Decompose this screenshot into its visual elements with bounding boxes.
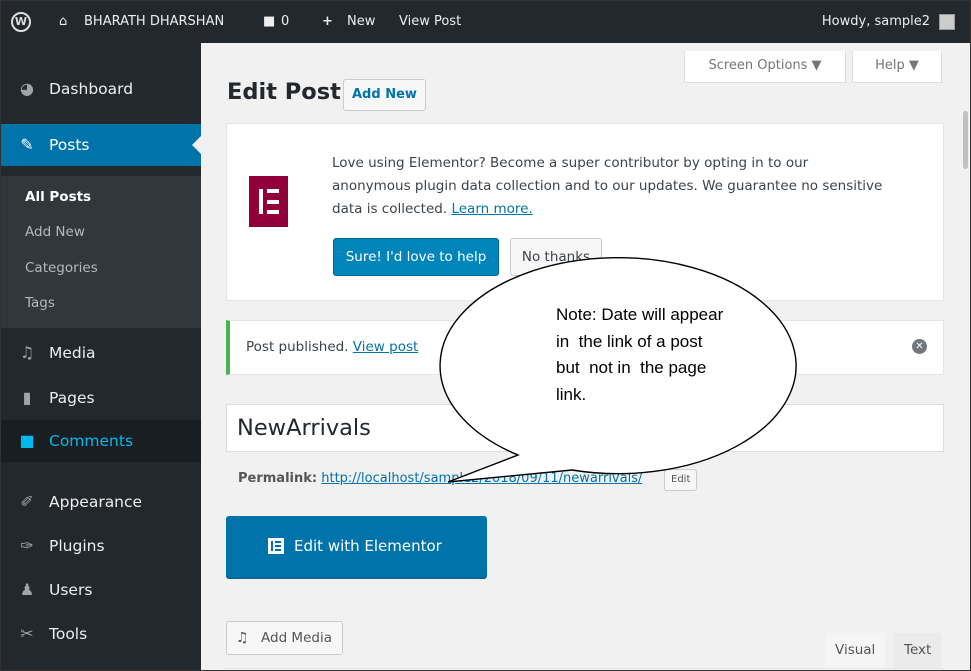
edit-with-elementor-label: Edit with Elementor	[294, 537, 442, 555]
sidebar-item-label: Pages	[49, 389, 95, 407]
sidebar-item-label: Appearance	[49, 493, 143, 511]
submenu-all-posts[interactable]: All Posts	[25, 189, 91, 205]
submenu-add-new[interactable]: Add New	[25, 224, 85, 240]
optin-decline-button[interactable]: No thanks	[510, 238, 602, 276]
pages-icon: ▮	[22, 388, 32, 407]
admin-bar: W ⌂ BHARATH DHARSHAN ■ 0 + New View Post…	[1, 1, 970, 43]
pushpin-icon: ✎	[20, 135, 34, 154]
permalink-label: Permalink:	[238, 471, 318, 486]
page-title: Edit Post	[227, 79, 341, 105]
comment-count[interactable]: 0	[281, 1, 289, 43]
notice-line: anonymous plugin data collection and to …	[332, 178, 883, 194]
help-button[interactable]: Help ▼	[852, 51, 942, 83]
wordpress-logo-button[interactable]: W	[11, 1, 31, 43]
sidebar-item-dashboard[interactable]: ◕ Dashboard	[1, 68, 201, 110]
comment-icon[interactable]: ■	[263, 1, 275, 43]
home-icon[interactable]: ⌂	[59, 1, 67, 43]
add-media-label: Add Media	[261, 630, 332, 646]
callout-line: link.	[556, 384, 587, 404]
sidebar-item-comments[interactable]: ■ Comments	[1, 420, 201, 462]
elementor-icon	[268, 538, 284, 554]
published-label: Post published.	[246, 339, 349, 355]
new-content-button[interactable]: New	[347, 1, 375, 43]
published-message: Post published. View post	[246, 321, 418, 374]
posts-submenu: All Posts Add New Categories Tags	[1, 176, 201, 328]
submenu-categories[interactable]: Categories	[25, 260, 98, 276]
admin-sidebar: ◕ Dashboard ✎ Posts All Posts Add New Ca…	[1, 43, 201, 670]
sidebar-item-label: Dashboard	[49, 80, 134, 98]
sidebar-item-label: Comments	[49, 432, 134, 450]
wp-admin-window: W ⌂ BHARATH DHARSHAN ■ 0 + New View Post…	[0, 0, 971, 671]
permalink-url-link[interactable]: http://localhost/sample2/2018/09/11/newa…	[321, 471, 642, 486]
learn-more-link[interactable]: Learn more.	[451, 201, 532, 217]
wordpress-logo-icon: W	[11, 12, 31, 32]
sidebar-item-pages[interactable]: ▮ Pages	[1, 377, 201, 419]
sidebar-item-label: Media	[49, 344, 96, 362]
users-icon: ♟	[19, 580, 35, 599]
view-post-link[interactable]: View Post	[399, 1, 461, 43]
screen-options-button[interactable]: Screen Options ▼	[684, 51, 846, 83]
edit-with-elementor-button[interactable]: Edit with Elementor	[226, 516, 487, 577]
add-media-button[interactable]: ♫ Add Media	[226, 621, 343, 655]
media-icon: ♫	[236, 630, 249, 646]
comments-icon: ■	[19, 431, 35, 450]
add-new-button[interactable]: Add New	[343, 79, 426, 111]
permalink-edit-button[interactable]: Edit	[664, 469, 698, 491]
plugin-icon: ✑	[20, 536, 34, 555]
sidebar-item-plugins[interactable]: ✑ Plugins	[1, 525, 201, 567]
wrench-icon: ✂	[20, 624, 34, 643]
callout-text: Note: Date will appear in the link of a …	[556, 302, 796, 408]
howdy-user-menu[interactable]: Howdy, sample2	[822, 1, 930, 43]
media-icon: ♫	[19, 343, 35, 362]
paintbrush-icon: ✐	[20, 492, 34, 511]
tab-visual[interactable]: Visual	[825, 633, 886, 669]
scrollbar[interactable]	[960, 43, 970, 670]
avatar[interactable]	[939, 14, 955, 30]
callout-line: Note: Date will appear	[556, 305, 724, 324]
notice-line: Love using Elementor? Become a super con…	[332, 155, 809, 171]
active-indicator	[192, 136, 201, 154]
sidebar-item-label: Posts	[49, 136, 90, 154]
optin-accept-button[interactable]: Sure! I'd love to help	[333, 238, 499, 276]
view-post-link[interactable]: View post	[353, 339, 418, 355]
site-name-link[interactable]: BHARATH DHARSHAN	[84, 1, 224, 43]
elementor-optin-notice: Love using Elementor? Become a super con…	[226, 123, 944, 301]
sidebar-item-appearance[interactable]: ✐ Appearance	[1, 481, 201, 523]
elementor-logo-icon	[249, 176, 288, 227]
callout-line: in the link of a post	[556, 331, 703, 351]
tab-text[interactable]: Text	[894, 633, 942, 669]
dismiss-icon[interactable]: ✕	[912, 339, 927, 354]
plus-icon[interactable]: +	[322, 1, 333, 43]
permalink-row: Permalink: http://localhost/sample2/2018…	[238, 471, 642, 486]
sidebar-item-label: Users	[49, 581, 93, 599]
sidebar-item-label: Tools	[49, 625, 88, 643]
sidebar-item-posts[interactable]: ✎ Posts	[1, 124, 201, 166]
post-title-input[interactable]: NewArrivals	[226, 404, 944, 452]
sidebar-item-tools[interactable]: ✂ Tools	[1, 613, 201, 655]
submenu-tags[interactable]: Tags	[25, 295, 55, 311]
scrollbar-thumb[interactable]	[963, 111, 968, 169]
sidebar-item-label: Plugins	[49, 537, 105, 555]
sidebar-item-users[interactable]: ♟ Users	[1, 569, 201, 611]
sidebar-item-media[interactable]: ♫ Media	[1, 332, 201, 374]
dashboard-icon: ◕	[20, 79, 34, 98]
notice-message: Love using Elementor? Become a super con…	[332, 152, 922, 221]
callout-line: but not in the page	[556, 358, 707, 377]
notice-line: data is collected.	[332, 201, 448, 217]
